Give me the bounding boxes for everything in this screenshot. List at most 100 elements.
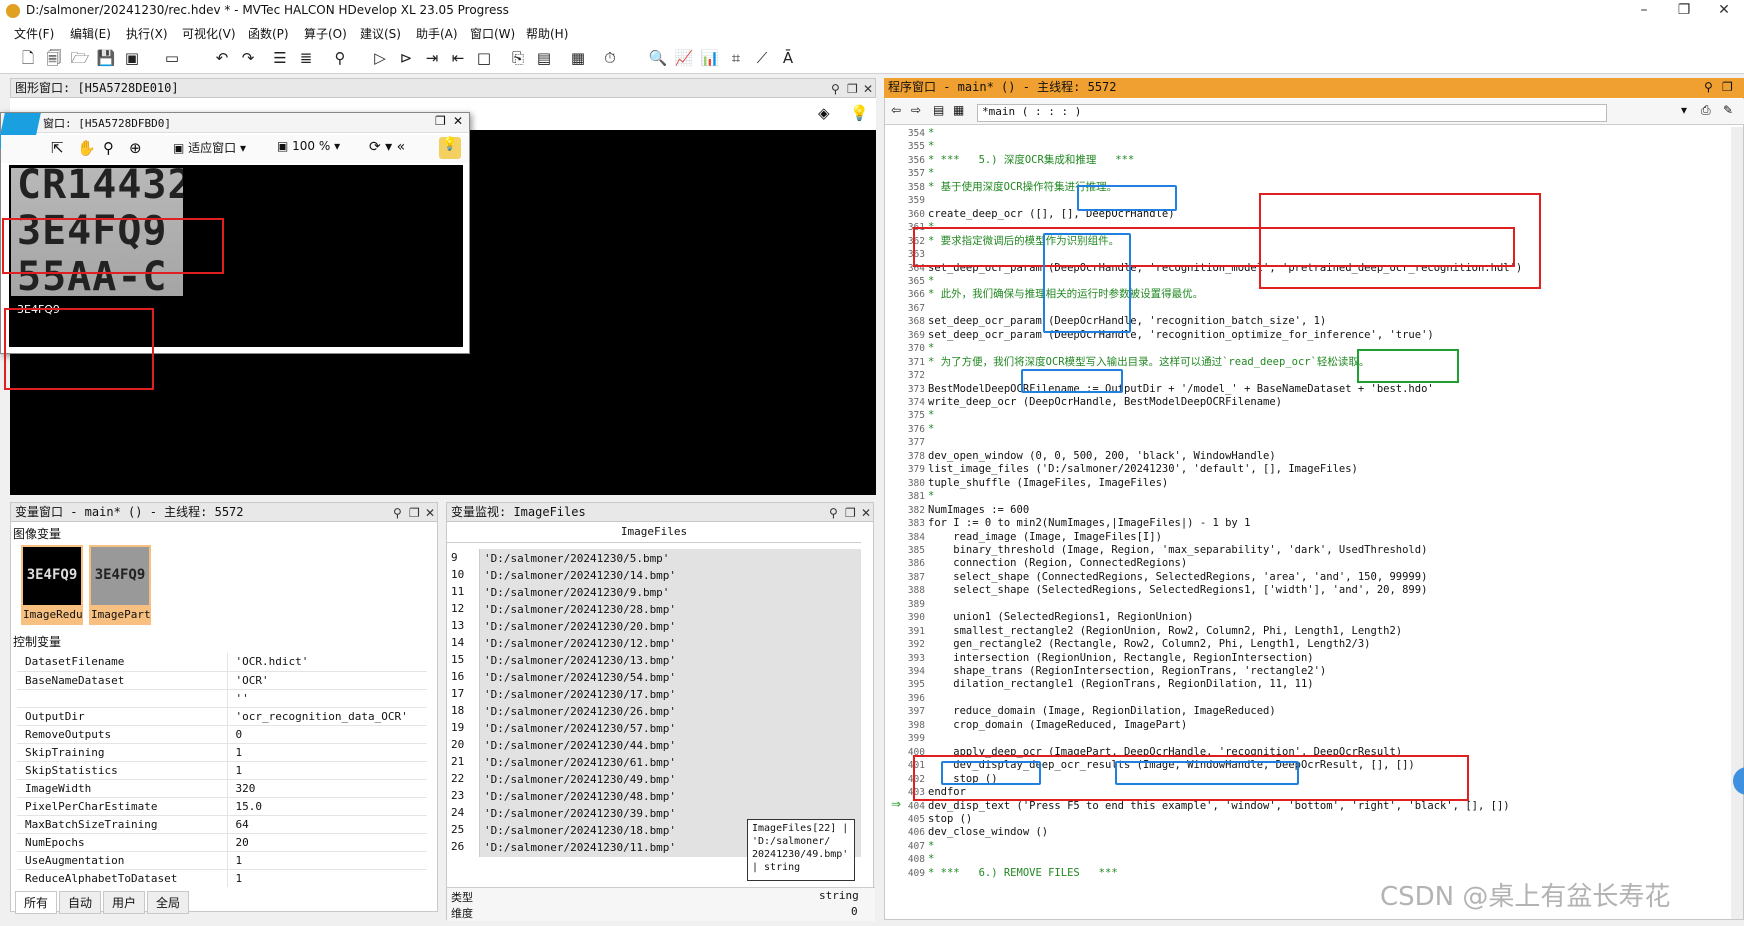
close-icon[interactable]: ✕ xyxy=(863,80,873,98)
grid-icon[interactable]: ▦ xyxy=(953,103,964,117)
code-line[interactable]: 408 * xyxy=(885,853,1729,867)
code-line[interactable]: 407 * xyxy=(885,840,1729,854)
tools-icon[interactable]: ✎ xyxy=(1723,103,1733,117)
control-row[interactable]: PixelPerCharEstimate 15.0 xyxy=(17,797,427,816)
timer-icon[interactable]: ⏱ xyxy=(600,48,620,68)
code-line[interactable]: 377 xyxy=(885,436,1729,450)
stop-icon[interactable]: □ xyxy=(474,48,494,68)
pin-icon[interactable]: ⚲ xyxy=(393,504,402,522)
zoom-select[interactable]: ▣ 100 % ▾ xyxy=(277,139,340,153)
draw-mode-icon[interactable]: ⟳ ▾ « xyxy=(369,139,405,155)
code-line[interactable]: 395 dilation_rectangle1 (RegionTrans, Re… xyxy=(885,678,1729,692)
zoom-icon[interactable]: 🔍 xyxy=(648,48,668,68)
control-row[interactable]: DatasetFilename 'OCR.hdict' xyxy=(17,653,427,672)
control-row[interactable]: NumEpochs 20 xyxy=(17,833,427,852)
menu-operators[interactable]: 算子(O) xyxy=(304,25,347,42)
control-row[interactable]: RemoveOutputs 0 xyxy=(17,725,427,744)
menu-execute[interactable]: 执行(X) xyxy=(126,25,168,42)
code-line[interactable]: 394 shape_trans (RegionIntersection, Reg… xyxy=(885,665,1729,679)
run-icon[interactable]: ▷ xyxy=(370,48,390,68)
menu-edit[interactable]: 编辑(E) xyxy=(70,25,111,42)
code-line[interactable]: 372 xyxy=(885,369,1729,383)
code-line[interactable]: 390 union1 (SelectedRegions1, RegionUnio… xyxy=(885,611,1729,625)
control-row[interactable]: ReduceAlphabetToDataset 1 xyxy=(17,869,427,887)
undock-icon[interactable]: ❐ xyxy=(435,114,446,128)
tab-auto[interactable]: 自动 xyxy=(59,891,102,914)
code-line[interactable]: 373 BestModelDeepOCRFilename := OutputDir… xyxy=(885,383,1729,397)
code-line[interactable]: 382 NumImages := 600 xyxy=(885,504,1729,518)
code-line[interactable]: 392 gen_rectangle2 (Rectangle, Row2, Col… xyxy=(885,638,1729,652)
control-row[interactable]: BaseNameDataset 'OCR' xyxy=(17,671,427,690)
code-line[interactable]: 369 set_deep_ocr_param (DeepOcrHandle, 'r… xyxy=(885,329,1729,343)
ocr-icon[interactable]: Ā xyxy=(778,48,798,68)
step-over-icon[interactable]: ⇥ xyxy=(422,48,442,68)
histogram-icon[interactable]: 📈 xyxy=(674,48,694,68)
undock-icon[interactable]: ❐ xyxy=(845,504,856,522)
vertical-scrollbar[interactable] xyxy=(1731,127,1743,919)
back-icon[interactable]: ⇦ xyxy=(891,103,901,117)
export-icon[interactable]: ⎘ xyxy=(508,48,528,68)
close-icon[interactable]: ✕ xyxy=(453,114,463,128)
code-line[interactable]: 397 reduce_domain (Image, RegionDilation… xyxy=(885,705,1729,719)
control-row[interactable]: ImageWidth 320 xyxy=(17,779,427,798)
menu-procedures[interactable]: 函数(P) xyxy=(248,25,289,42)
magnifier-icon[interactable]: ⚲ xyxy=(103,139,114,157)
undock-icon[interactable]: ❐ xyxy=(847,80,858,98)
control-row[interactable]: MaxBatchSizeTraining 64 xyxy=(17,815,427,834)
new-window-icon[interactable]: 🗐 xyxy=(44,48,64,68)
undock-icon[interactable]: ❐ xyxy=(409,504,420,522)
list-icon[interactable]: ☰ xyxy=(270,48,290,68)
menu-window[interactable]: 窗口(W) xyxy=(470,25,515,42)
pin-icon[interactable]: ⚲ xyxy=(829,504,838,522)
control-row[interactable]: '' xyxy=(17,689,427,708)
menu-visualize[interactable]: 可视化(V) xyxy=(182,25,236,42)
code-line[interactable]: 374 write_deep_ocr (DeepOcrHandle, BestMo… xyxy=(885,396,1729,410)
close-icon[interactable]: ✕ xyxy=(425,504,435,522)
redo-icon[interactable]: ↷ xyxy=(238,48,258,68)
code-line[interactable]: 384 read_image (Image, ImageFiles[I]) xyxy=(885,531,1729,545)
code-line[interactable]: 388 select_shape (SelectedRegions, Selec… xyxy=(885,584,1729,598)
step-back-icon[interactable]: ⇤ xyxy=(448,48,468,68)
report-icon[interactable]: ▤ xyxy=(534,48,554,68)
save-icon[interactable]: 💾 xyxy=(96,48,116,68)
code-line[interactable]: 371 * 为了方便，我们将深度OCR模型写入输出目录。这样可以通过`read_d… xyxy=(885,356,1729,370)
code-line[interactable]: 357 * xyxy=(885,167,1729,181)
maximize-button[interactable]: ❐ xyxy=(1664,2,1704,18)
menu-assistants[interactable]: 助手(A) xyxy=(416,25,458,42)
close-button[interactable]: ✕ xyxy=(1704,2,1744,18)
code-line[interactable]: 368 set_deep_ocr_param (DeepOcrHandle, 'r… xyxy=(885,315,1729,329)
code-line[interactable]: 387 select_shape (ConnectedRegions, Sele… xyxy=(885,571,1729,585)
code-line[interactable]: 391 smallest_rectangle2 (RegionUnion, Ro… xyxy=(885,625,1729,639)
code-line[interactable]: 398 crop_domain (ImageReduced, ImagePart… xyxy=(885,719,1729,733)
code-line[interactable]: 383 for I := 0 to min2(NumImages,|ImageFi… xyxy=(885,517,1729,531)
code-line[interactable]: 381 * xyxy=(885,490,1729,504)
image-thumb-reduced[interactable]: 3E4FQ9 ImageRedu xyxy=(21,545,83,625)
code-line[interactable]: 405 stop () xyxy=(885,813,1729,827)
menu-file[interactable]: 文件(F) xyxy=(14,25,54,42)
new-file-icon[interactable]: 🗋 xyxy=(18,48,38,68)
inspect-icon[interactable]: ⌗ xyxy=(726,48,746,68)
lightbulb-icon[interactable]: 💡 xyxy=(439,137,461,159)
checklist-icon[interactable]: ≣ xyxy=(296,48,316,68)
procedure-select[interactable]: *main ( : : : ) xyxy=(977,104,1607,122)
line-profile-icon[interactable]: ⟋ xyxy=(752,48,772,68)
code-line[interactable]: 370 * xyxy=(885,342,1729,356)
calc-icon[interactable]: ▦ xyxy=(568,48,588,68)
code-line[interactable]: 404 dev_disp_text ('Press F5 to end this … xyxy=(885,800,1729,814)
procedure-list-icon[interactable]: ▤ xyxy=(933,103,944,117)
zoom-in-icon[interactable]: ⊕ xyxy=(129,139,142,157)
undock-icon[interactable]: ❐ xyxy=(1722,78,1733,96)
fit-window-button[interactable]: ▣ 适应窗口 ▾ xyxy=(173,139,246,156)
code-line[interactable]: 367 xyxy=(885,302,1729,316)
layers-icon[interactable]: ◈ xyxy=(818,104,830,122)
open-icon[interactable]: 🗁 xyxy=(70,48,90,68)
control-row[interactable]: OutputDir'ocr_recognition_data_OCR' xyxy=(17,707,427,726)
hand-icon[interactable]: ✋ xyxy=(77,139,96,157)
bar-chart-icon[interactable]: 📊 xyxy=(700,48,720,68)
close-icon[interactable]: ✕ xyxy=(861,504,871,522)
tab-global[interactable]: 全局 xyxy=(147,891,190,914)
code-line[interactable]: 406 dev_close_window () xyxy=(885,826,1729,840)
control-row[interactable]: SkipStatistics 1 xyxy=(17,761,427,780)
code-line[interactable]: 379 list_image_files ('D:/salmoner/202412… xyxy=(885,463,1729,477)
dropdown-arrow-icon[interactable]: ▾ xyxy=(1681,103,1687,117)
